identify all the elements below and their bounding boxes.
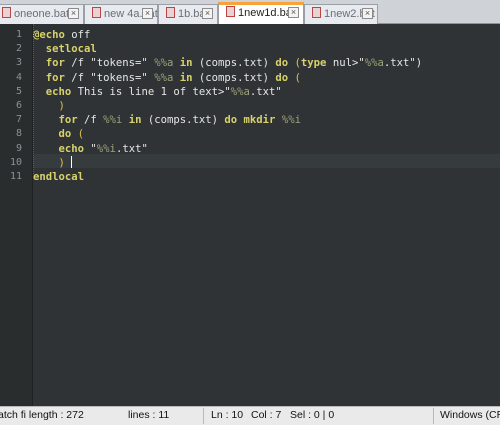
- code-line[interactable]: echo "%%i.txt": [33, 142, 148, 156]
- file-icon: [166, 7, 175, 18]
- code-token: %%i: [103, 114, 123, 127]
- code-line[interactable]: setlocal: [33, 42, 97, 56]
- code-token: in: [173, 71, 193, 84]
- code-token: .txt": [249, 85, 282, 98]
- code-token: ): [33, 100, 65, 112]
- status-sel: Sel : 0 | 0: [290, 409, 335, 421]
- status-col: Col : 7: [251, 409, 282, 421]
- code-editor[interactable]: @echo off setlocal for /f "tokens=" %%a …: [33, 24, 500, 406]
- code-token: setlocal: [33, 43, 97, 56]
- line-number: 4: [15, 71, 22, 83]
- code-token: %%a: [154, 57, 174, 70]
- code-line[interactable]: for /f "tokens=" %%a in (comps.txt) do (: [33, 71, 301, 85]
- code-token: /f "tokens=": [64, 57, 155, 70]
- file-icon: [2, 7, 11, 18]
- code-line[interactable]: for /f "tokens=" %%a in (comps.txt) do (…: [33, 56, 422, 70]
- code-token: %%a: [364, 57, 384, 70]
- line-number: 7: [15, 114, 22, 126]
- code-token: nul>": [326, 57, 365, 70]
- status-ln: Ln : 10: [211, 409, 244, 421]
- status-file-length: atch fi length : 272: [0, 409, 84, 421]
- code-token: (comps.txt): [141, 114, 225, 127]
- status-bar: atch fi length : 272 lines : 11 Ln : 10 …: [0, 406, 500, 425]
- status-eol-format: Windows (CR: [440, 409, 500, 421]
- line-number: 10: [9, 156, 22, 168]
- tab-oneone-bat[interactable]: oneone.bat ×: [0, 4, 84, 24]
- tab-1b-bat[interactable]: 1b.bat ×: [158, 4, 218, 24]
- code-token: %%i: [96, 142, 116, 155]
- code-line[interactable]: ): [33, 155, 73, 170]
- code-token: do: [275, 57, 289, 70]
- close-icon[interactable]: ×: [288, 7, 299, 18]
- code-token: off: [64, 29, 91, 41]
- close-icon[interactable]: ×: [142, 8, 153, 19]
- tab-label: 1new1d.bat: [238, 7, 295, 19]
- code-token: for: [33, 71, 65, 84]
- file-icon: [226, 6, 235, 17]
- code-token: type: [300, 57, 327, 70]
- line-number: 3: [15, 57, 22, 69]
- code-token: @echo: [33, 29, 65, 41]
- tab-label: oneone.bat: [14, 8, 70, 20]
- code-token: in: [173, 57, 193, 70]
- code-token: (: [288, 71, 301, 84]
- code-line[interactable]: ): [33, 99, 65, 113]
- status-line-count: lines : 11: [128, 409, 170, 421]
- line-number: 5: [15, 85, 22, 97]
- code-token: .txt"): [383, 57, 423, 70]
- indent-guide: [33, 24, 35, 174]
- code-token: ": [84, 142, 97, 155]
- code-token: ): [33, 156, 72, 169]
- code-token: (: [288, 57, 301, 70]
- code-token: for: [33, 114, 78, 127]
- code-token: (comps.txt): [192, 71, 276, 84]
- code-token: echo: [33, 142, 85, 155]
- code-token: for: [33, 57, 65, 70]
- file-icon: [92, 7, 101, 18]
- code-line[interactable]: echo This is line 1 of text>"%%a.txt": [33, 85, 282, 99]
- text-caret: [71, 155, 73, 168]
- line-number: 2: [15, 43, 22, 55]
- line-number: 6: [15, 100, 22, 111]
- tab-1new1d-bat[interactable]: 1new1d.bat ×: [218, 2, 304, 25]
- line-number: 8: [15, 128, 22, 140]
- code-token: %%a: [230, 85, 250, 98]
- line-number: 1: [15, 29, 22, 40]
- code-token: echo: [33, 85, 72, 98]
- code-token: %%i: [281, 114, 301, 127]
- close-icon[interactable]: ×: [202, 8, 213, 19]
- status-separator: [203, 408, 204, 424]
- code-line[interactable]: @echo off: [33, 28, 90, 42]
- code-token: (: [71, 128, 85, 141]
- tab-new-4a-bat[interactable]: new 4a.bat ×: [84, 4, 158, 24]
- code-token: (comps.txt): [192, 57, 276, 70]
- code-token: do: [275, 71, 289, 84]
- code-line[interactable]: endlocal: [33, 170, 84, 184]
- code-token: do: [224, 114, 238, 127]
- tab-bar: oneone.bat × new 4a.bat × 1b.bat × 1new1…: [0, 0, 500, 25]
- current-line-highlight: [33, 154, 500, 168]
- status-separator: [433, 408, 434, 424]
- code-token: This is line 1 of text>": [71, 85, 231, 98]
- line-number-gutter[interactable]: 1 2 3 4 5 6 7 8 9 10 11: [0, 24, 33, 406]
- code-line[interactable]: for /f %%i in (comps.txt) do mkdir %%i: [33, 113, 301, 127]
- code-token: do: [33, 128, 72, 141]
- code-token: mkdir: [237, 114, 276, 127]
- code-line[interactable]: do (: [33, 127, 85, 141]
- code-token: /f "tokens=": [64, 71, 155, 84]
- code-token: in: [122, 114, 142, 127]
- line-number: 9: [15, 142, 22, 154]
- code-token: .txt": [115, 142, 148, 155]
- code-token: /f: [77, 114, 104, 127]
- line-number: 11: [9, 171, 22, 182]
- code-token: %%a: [154, 71, 174, 84]
- close-icon[interactable]: ×: [362, 8, 373, 19]
- file-icon: [312, 7, 321, 18]
- code-token: endlocal: [33, 171, 85, 183]
- tab-1new2-bat[interactable]: 1new2.bat ×: [304, 4, 378, 24]
- close-icon[interactable]: ×: [68, 8, 79, 19]
